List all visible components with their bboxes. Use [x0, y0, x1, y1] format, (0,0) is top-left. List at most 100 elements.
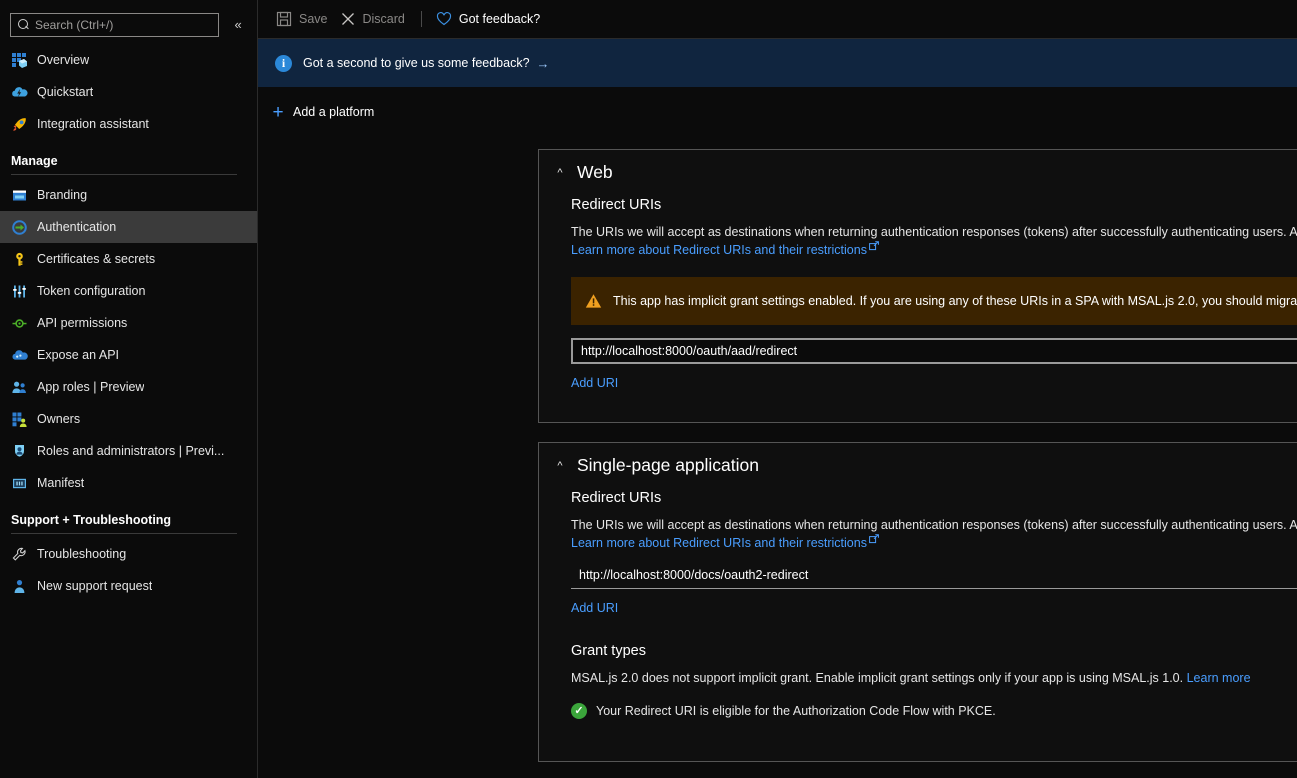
- content-divider: [257, 0, 258, 778]
- success-check-icon: ✓: [571, 703, 587, 719]
- got-feedback-label: Got feedback?: [459, 12, 540, 26]
- external-link-icon: [867, 536, 880, 546]
- sidebar-item-label: Branding: [37, 188, 87, 202]
- redirect-uris-description: The URIs we will accept as destinations …: [571, 517, 1297, 534]
- grant-types-learn-more-link[interactable]: Learn more: [1187, 671, 1251, 685]
- redirect-uri-row: http://localhost:8000/oauth/aad/redirect…: [571, 338, 1297, 364]
- sidebar-item-app-roles[interactable]: App roles | Preview: [0, 371, 257, 403]
- main-content: Save Discard Got feedback?: [257, 0, 1297, 778]
- arrow-right-icon: →: [537, 56, 550, 71]
- sidebar-group-manage: Manage: [0, 154, 257, 175]
- sidebar-item-authentication[interactable]: Authentication: [0, 211, 257, 243]
- sidebar-item-label: App roles | Preview: [37, 380, 144, 394]
- learn-more-label: Learn more about Redirect URIs and their…: [571, 536, 867, 550]
- sidebar-item-label: Certificates & secrets: [37, 252, 155, 266]
- sidebar-item-roles-and-administrators[interactable]: Roles and administrators | Previ...: [0, 435, 257, 467]
- redirect-uri-value: http://localhost:8000/oauth/aad/redirect: [581, 344, 1297, 358]
- close-icon: [340, 11, 356, 27]
- divider: [11, 174, 237, 175]
- sidebar-item-overview[interactable]: Overview: [0, 44, 257, 76]
- sidebar-search-row: Search (Ctrl+/) «: [0, 0, 257, 40]
- add-uri-button[interactable]: Add URI: [571, 376, 618, 390]
- got-feedback-button[interactable]: Got feedback?: [434, 4, 550, 34]
- grant-types-description: MSAL.js 2.0 does not support implicit gr…: [571, 671, 1297, 685]
- search-icon: [17, 18, 30, 31]
- sidebar-item-label: Quickstart: [37, 85, 93, 99]
- sidebar-item-troubleshooting[interactable]: Troubleshooting: [0, 538, 257, 570]
- external-link-icon: [867, 243, 880, 253]
- sidebar-group-title: Support + Troubleshooting: [11, 513, 257, 533]
- section-title-redirect-uris: Redirect URIs: [571, 197, 1297, 213]
- command-toolbar: Save Discard Got feedback?: [257, 0, 1297, 39]
- card-header: ^ Single-page application Quickstart Doc…: [539, 443, 1297, 482]
- collapse-sidebar-button[interactable]: «: [227, 14, 249, 36]
- sidebar-item-integration-assistant[interactable]: Integration assistant: [0, 108, 257, 140]
- card-title: Single-page application: [577, 455, 759, 476]
- sidebar-item-label: Expose an API: [37, 348, 119, 362]
- sidebar-item-label: Overview: [37, 53, 89, 67]
- sidebar-item-label: Integration assistant: [37, 117, 149, 131]
- branding-card-icon: [11, 187, 28, 204]
- redirect-uri-input[interactable]: http://localhost:8000/docs/oauth2-redire…: [579, 568, 1297, 582]
- search-input[interactable]: Search (Ctrl+/): [10, 13, 219, 37]
- card-body: Redirect URIs The URIs we will accept as…: [539, 197, 1297, 408]
- sidebar-item-owners[interactable]: Owners: [0, 403, 257, 435]
- sidebar-item-quickstart[interactable]: Quickstart: [0, 76, 257, 108]
- grant-types-text: MSAL.js 2.0 does not support implicit gr…: [571, 671, 1183, 685]
- discard-button[interactable]: Discard: [338, 4, 415, 34]
- add-a-platform-label: Add a platform: [293, 105, 374, 119]
- cloud-api-icon: [11, 347, 28, 364]
- sidebar-item-new-support-request[interactable]: New support request: [0, 570, 257, 602]
- feedback-info-banner[interactable]: i Got a second to give us some feedback?…: [257, 39, 1297, 87]
- sidebar-item-label: API permissions: [37, 316, 127, 330]
- sliders-icon: [11, 283, 28, 300]
- sidebar-item-label: Troubleshooting: [37, 547, 126, 561]
- learn-more-redirect-uris-link[interactable]: Learn more about Redirect URIs and their…: [571, 536, 879, 550]
- api-permissions-icon: [11, 315, 28, 332]
- redirect-uris-description: The URIs we will accept as destinations …: [571, 224, 1297, 241]
- sidebar-top-nav: Overview Quickstart: [0, 44, 257, 140]
- warning-text: This app has implicit grant settings ena…: [613, 294, 1297, 308]
- save-button[interactable]: Save: [274, 4, 338, 34]
- save-label: Save: [299, 12, 328, 26]
- rocket-icon: [11, 116, 28, 133]
- redirect-uri-row: http://localhost:8000/docs/oauth2-redire…: [571, 562, 1297, 589]
- learn-more-redirect-uris-link[interactable]: Learn more about Redirect URIs and their…: [571, 243, 879, 257]
- sidebar: Search (Ctrl+/) «: [0, 0, 257, 778]
- sidebar-item-label: Roles and administrators | Previ...: [37, 444, 224, 458]
- heart-icon: [436, 11, 452, 27]
- overview-grid-icon: [11, 52, 28, 69]
- support-person-icon: [11, 578, 28, 595]
- add-a-platform-button[interactable]: + Add a platform: [257, 89, 1297, 135]
- sidebar-group-title: Manage: [11, 154, 257, 174]
- section-title-grant-types: Grant types: [571, 643, 1297, 659]
- sidebar-item-token-configuration[interactable]: Token configuration: [0, 275, 257, 307]
- redirect-uri-input[interactable]: http://localhost:8000/oauth/aad/redirect…: [571, 338, 1297, 364]
- pkce-status-text: Your Redirect URI is eligible for the Au…: [596, 704, 996, 718]
- platform-card-web: ^ Web Quickstart Docs: [538, 149, 1297, 423]
- roles-admin-icon: [11, 443, 28, 460]
- key-icon: [11, 251, 28, 268]
- divider: [11, 533, 237, 534]
- implicit-grant-warning-banner: This app has implicit grant settings ena…: [571, 277, 1297, 325]
- sidebar-item-api-permissions[interactable]: API permissions: [0, 307, 257, 339]
- sidebar-item-certificates-secrets[interactable]: Certificates & secrets: [0, 243, 257, 275]
- chevron-up-icon[interactable]: ^: [553, 460, 567, 472]
- sidebar-item-expose-an-api[interactable]: Expose an API: [0, 339, 257, 371]
- info-banner-text: Got a second to give us some feedback?: [303, 56, 530, 70]
- add-uri-button[interactable]: Add URI: [571, 601, 618, 615]
- sidebar-group-support: Support + Troubleshooting: [0, 513, 257, 534]
- manifest-icon: [11, 475, 28, 492]
- sidebar-support-items: Troubleshooting New support request: [0, 538, 257, 602]
- sidebar-item-label: New support request: [37, 579, 152, 593]
- sidebar-item-branding[interactable]: Branding: [0, 179, 257, 211]
- wrench-icon: [11, 546, 28, 563]
- app-roles-people-icon: [11, 379, 28, 396]
- chevron-up-icon[interactable]: ^: [553, 167, 567, 179]
- sidebar-item-manifest[interactable]: Manifest: [0, 467, 257, 499]
- plus-icon: +: [267, 103, 289, 122]
- sidebar-item-label: Authentication: [37, 220, 116, 234]
- sidebar-item-label: Manifest: [37, 476, 84, 490]
- warning-triangle-icon: [585, 293, 602, 309]
- save-icon: [276, 11, 292, 27]
